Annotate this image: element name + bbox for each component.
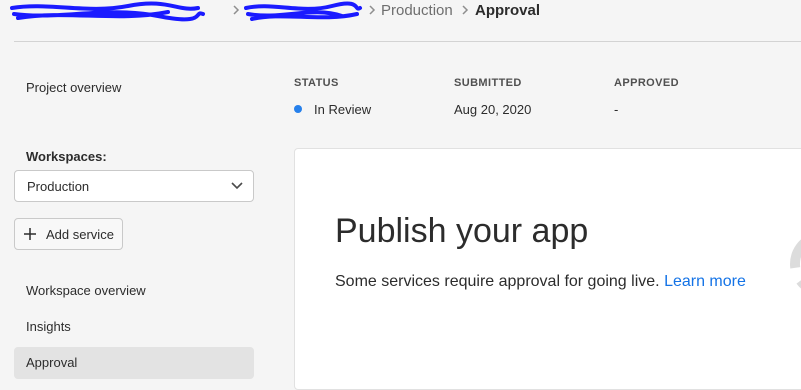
workspace-select-value: Production — [27, 179, 90, 194]
sidebar-item-workspace-overview[interactable]: Workspace overview — [14, 275, 254, 307]
breadcrumb: Production Approval — [0, 0, 801, 22]
workspace-select[interactable]: Production — [14, 170, 254, 202]
chevron-right-icon — [462, 5, 469, 15]
card-description: Some services require approval for going… — [335, 273, 746, 291]
chevron-right-icon — [233, 5, 240, 15]
approved-header: APPROVED — [614, 77, 679, 89]
sidebar-item-label: Approval — [26, 355, 78, 370]
chevron-down-icon — [231, 182, 243, 190]
learn-more-link[interactable]: Learn more — [664, 273, 746, 290]
card-description-text: Some services require approval for going… — [335, 273, 660, 290]
sidebar-item-insights[interactable]: Insights — [14, 311, 254, 343]
sidebar-item-label: Insights — [26, 319, 71, 334]
project-overview-link[interactable]: Project overview — [26, 80, 121, 95]
status-header: STATUS — [294, 77, 339, 89]
sidebar-item-label: Workspace overview — [26, 283, 146, 298]
card-title: Publish your app — [335, 212, 589, 250]
workspaces-label: Workspaces: — [26, 149, 107, 164]
status-value: In Review — [314, 102, 372, 117]
redacted-org-scribble — [10, 1, 205, 22]
header-divider — [14, 41, 801, 42]
breadcrumb-production[interactable]: Production — [381, 2, 453, 19]
status-indicator-dot — [294, 105, 302, 113]
add-service-button[interactable]: Add service — [14, 218, 123, 250]
add-service-label: Add service — [46, 227, 114, 242]
redacted-project-scribble — [244, 1, 362, 21]
sidebar-item-approval[interactable]: Approval — [14, 347, 254, 379]
plus-icon — [24, 228, 36, 240]
approved-value: - — [614, 102, 619, 117]
loading-spinner-icon — [790, 239, 801, 289]
chevron-right-icon — [369, 5, 376, 15]
publish-card: Publish your app Some services require a… — [294, 148, 801, 390]
submitted-header: SUBMITTED — [454, 77, 522, 89]
submitted-value: Aug 20, 2020 — [454, 102, 532, 117]
breadcrumb-approval: Approval — [475, 2, 541, 19]
